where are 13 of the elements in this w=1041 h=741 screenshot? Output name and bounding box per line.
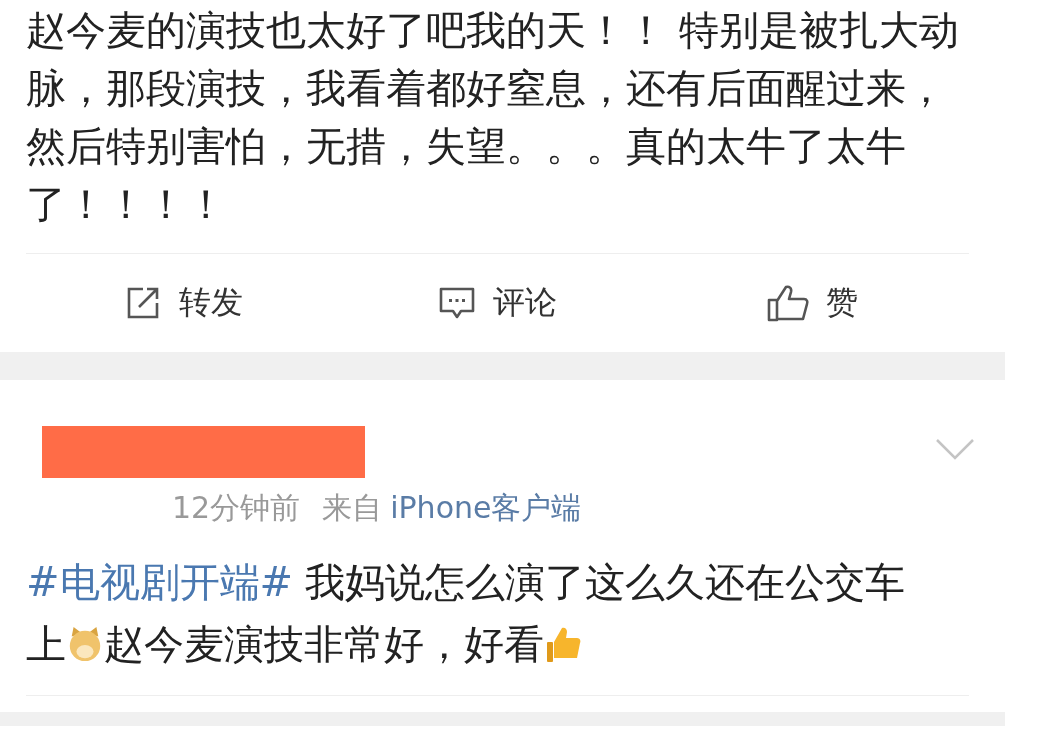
comment-text: 上	[26, 620, 66, 669]
comment-text: 我妈说怎么演了这么久还在公交车	[305, 558, 906, 607]
hashtag-link[interactable]: #电视剧开端#	[26, 551, 294, 613]
post-text: 赵今麦的演技也太好了吧我的天！！ 特别是被扎大动脉，那段演技，我看着都好窒息，还有后面醒过来，然后特别害怕，无措，失望。。。真的太牛了太牛了！！！！	[26, 6, 960, 229]
thumbs-up-icon	[765, 283, 810, 323]
action-button[interactable]: 评论	[340, 281, 655, 325]
action-button[interactable]: 转发	[26, 281, 341, 325]
comment-text: 赵今麦演技非常好，好看	[104, 620, 544, 669]
source-label: 来自	[322, 489, 383, 527]
action-button[interactable]: 赞	[654, 281, 969, 325]
source-link[interactable]: iPhone客户端	[390, 488, 582, 529]
chevron-down-icon[interactable]	[935, 438, 975, 460]
post-time: 12分钟前	[172, 489, 301, 527]
